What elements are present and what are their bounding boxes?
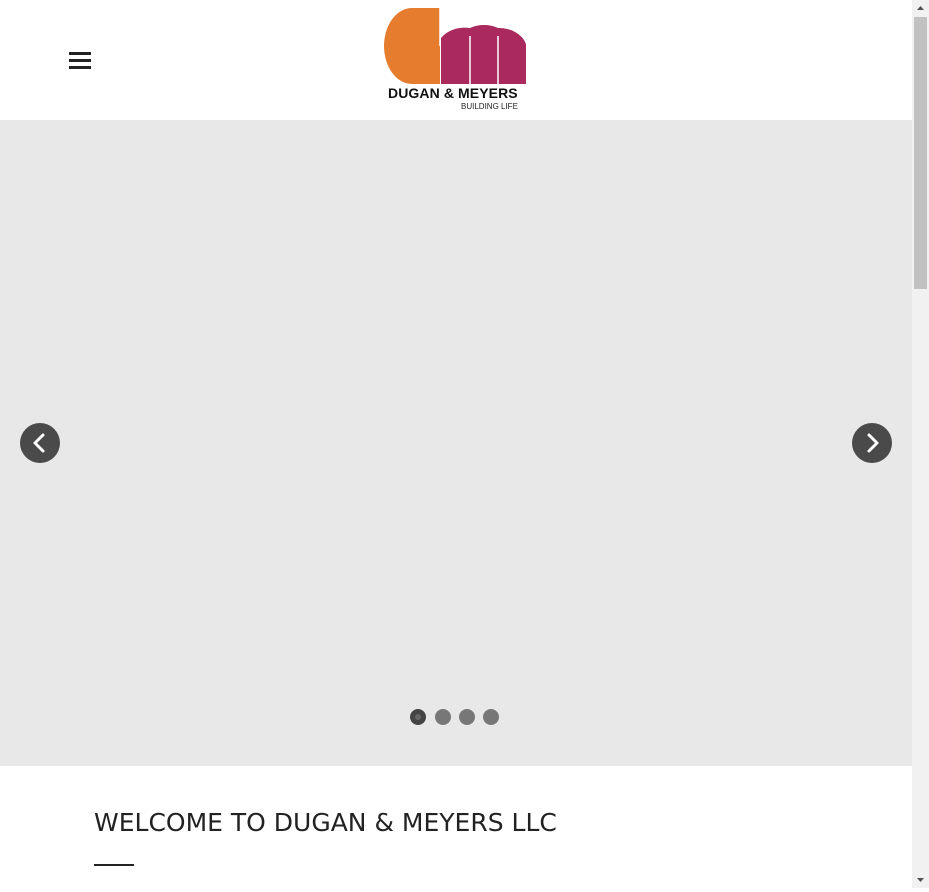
menu-bar	[69, 59, 91, 62]
scroll-up-arrow-icon[interactable]	[912, 0, 929, 17]
hero-carousel	[0, 120, 912, 766]
site-logo[interactable]: DUGAN & MEYERS BUILDING LIFE	[382, 6, 532, 114]
page: DUGAN & MEYERS BUILDING LIFE WELCOME TO …	[0, 0, 912, 888]
menu-bar	[69, 66, 91, 69]
logo-mark-icon	[384, 8, 526, 84]
welcome-title: WELCOME TO DUGAN & MEYERS LLC	[94, 808, 557, 837]
title-divider	[94, 864, 134, 866]
carousel-dot-1[interactable]	[410, 709, 426, 725]
welcome-section: WELCOME TO DUGAN & MEYERS LLC	[0, 766, 912, 888]
carousel-dot-3[interactable]	[459, 709, 475, 725]
chevron-right-icon	[867, 433, 879, 453]
scrollbar-thumb[interactable]	[914, 17, 927, 289]
carousel-prev-button[interactable]	[20, 423, 60, 463]
site-header: DUGAN & MEYERS BUILDING LIFE	[0, 0, 912, 120]
logo-name: DUGAN & MEYERS	[388, 85, 518, 101]
menu-bar	[69, 52, 91, 55]
chevron-left-icon	[33, 433, 45, 453]
carousel-dot-4[interactable]	[483, 709, 499, 725]
carousel-next-button[interactable]	[852, 423, 892, 463]
hamburger-menu-icon[interactable]	[69, 51, 91, 71]
logo-tagline: BUILDING LIFE	[461, 102, 518, 111]
scroll-down-arrow-icon[interactable]	[912, 871, 929, 888]
carousel-dot-2[interactable]	[435, 709, 451, 725]
page-scrollbar[interactable]	[912, 0, 929, 888]
